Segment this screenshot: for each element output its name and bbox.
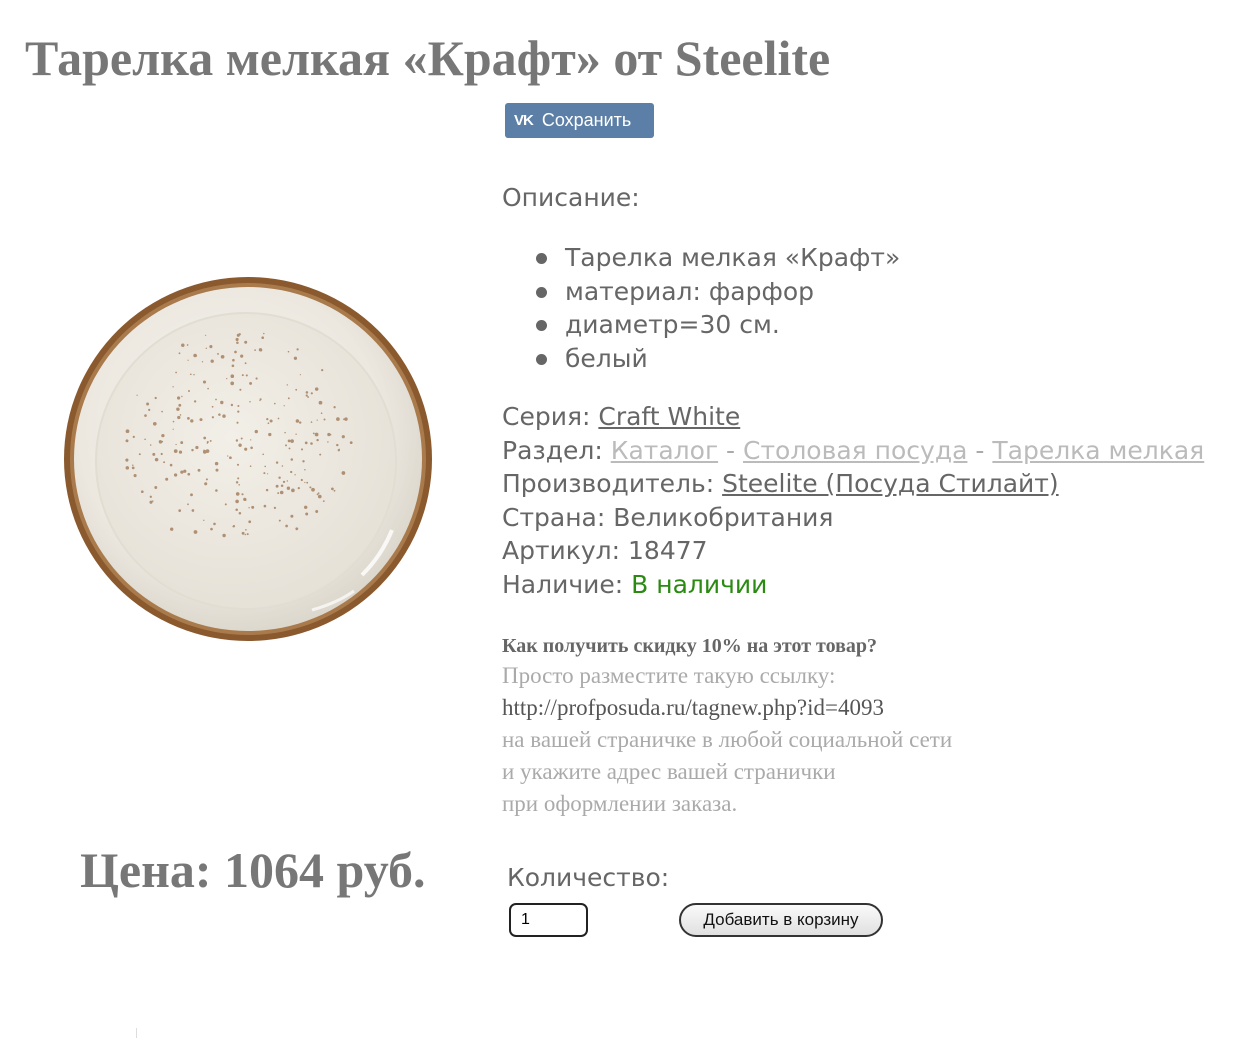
quantity-label: Количество: — [507, 863, 670, 892]
breadcrumb-catalog-link[interactable]: Каталог — [611, 436, 718, 465]
description-item: белый — [565, 343, 648, 373]
list-item: диаметр=30 см. — [502, 308, 900, 342]
list-item: белый — [502, 342, 900, 376]
series-link[interactable]: Craft White — [598, 402, 740, 431]
promo-url: http://profposuda.ru/tagnew.php?id=4093 — [502, 695, 884, 720]
list-item: материал: фарфор — [502, 275, 900, 309]
product-info: Серия: Craft White Раздел: Каталог - Сто… — [502, 400, 1204, 601]
bullet-icon — [536, 353, 547, 365]
promo-line: на вашей страничке в любой социальной се… — [502, 727, 953, 752]
stock-row: Наличие: В наличии — [502, 568, 1204, 602]
promo-line: при оформлении заказа. — [502, 791, 738, 816]
breadcrumb-separator: - — [967, 435, 993, 465]
breadcrumb-plate-link[interactable]: Тарелка мелкая — [992, 436, 1204, 465]
page-title: Тарелка мелкая «Крафт» от Steelite — [25, 30, 831, 86]
description-item: диаметр=30 см. — [565, 310, 780, 339]
bullet-icon — [536, 253, 547, 264]
sku-label: Артикул: — [502, 536, 629, 565]
description-item: Тарелка мелкая «Крафт» — [565, 243, 901, 272]
promo-line: и укажите адрес вашей странички — [502, 759, 836, 784]
section-row: Раздел: Каталог - Столовая посуда - Таре… — [502, 434, 1204, 468]
country-row: Страна: Великобритания — [502, 501, 1204, 535]
breadcrumb-tableware-link[interactable]: Столовая посуда — [743, 436, 967, 465]
promo-line: Просто разместите такую ссылку: — [502, 663, 836, 688]
breadcrumb-separator: - — [718, 435, 744, 465]
country-value: Великобритания — [613, 502, 834, 532]
sku-row: Артикул: 18477 — [502, 534, 1204, 568]
section-label: Раздел: — [502, 435, 611, 465]
stock-label: Наличие: — [502, 569, 632, 599]
add-to-cart-button[interactable]: Добавить в корзину — [679, 903, 883, 937]
series-row: Серия: Craft White — [502, 400, 1204, 434]
divider — [136, 1028, 137, 1038]
maker-label: Производитель: — [502, 469, 723, 498]
maker-row: Производитель: Steelite (Посуда Стилайт) — [502, 467, 1204, 501]
discount-promo: Как получить скидку 10% на этот товар? П… — [502, 632, 952, 820]
promo-question: Как получить скидку 10% на этот товар? — [502, 635, 877, 657]
stock-status: В наличии — [631, 569, 768, 599]
bullet-icon — [536, 320, 547, 331]
bullet-icon — [536, 286, 547, 298]
quantity-input[interactable] — [509, 903, 588, 937]
vk-icon: VK — [514, 112, 534, 129]
description-item: материал: фарфор — [565, 276, 815, 306]
vk-save-label: Сохранить — [541, 110, 632, 130]
description-list: Тарелка мелкая «Крафт» материал: фарфор … — [502, 241, 900, 375]
sku-value: 18477 — [628, 536, 708, 565]
plate-image — [64, 277, 432, 641]
series-label: Серия: — [502, 402, 599, 431]
maker-link[interactable]: Steelite (Посуда Стилайт) — [722, 469, 1059, 498]
description-label: Описание: — [502, 183, 640, 212]
price: Цена: 1064 руб. — [80, 842, 426, 898]
vk-save-button[interactable]: VK Сохранить — [505, 103, 654, 138]
product-image — [62, 275, 438, 647]
country-label: Страна: — [502, 502, 614, 532]
list-item: Тарелка мелкая «Крафт» — [502, 241, 900, 275]
